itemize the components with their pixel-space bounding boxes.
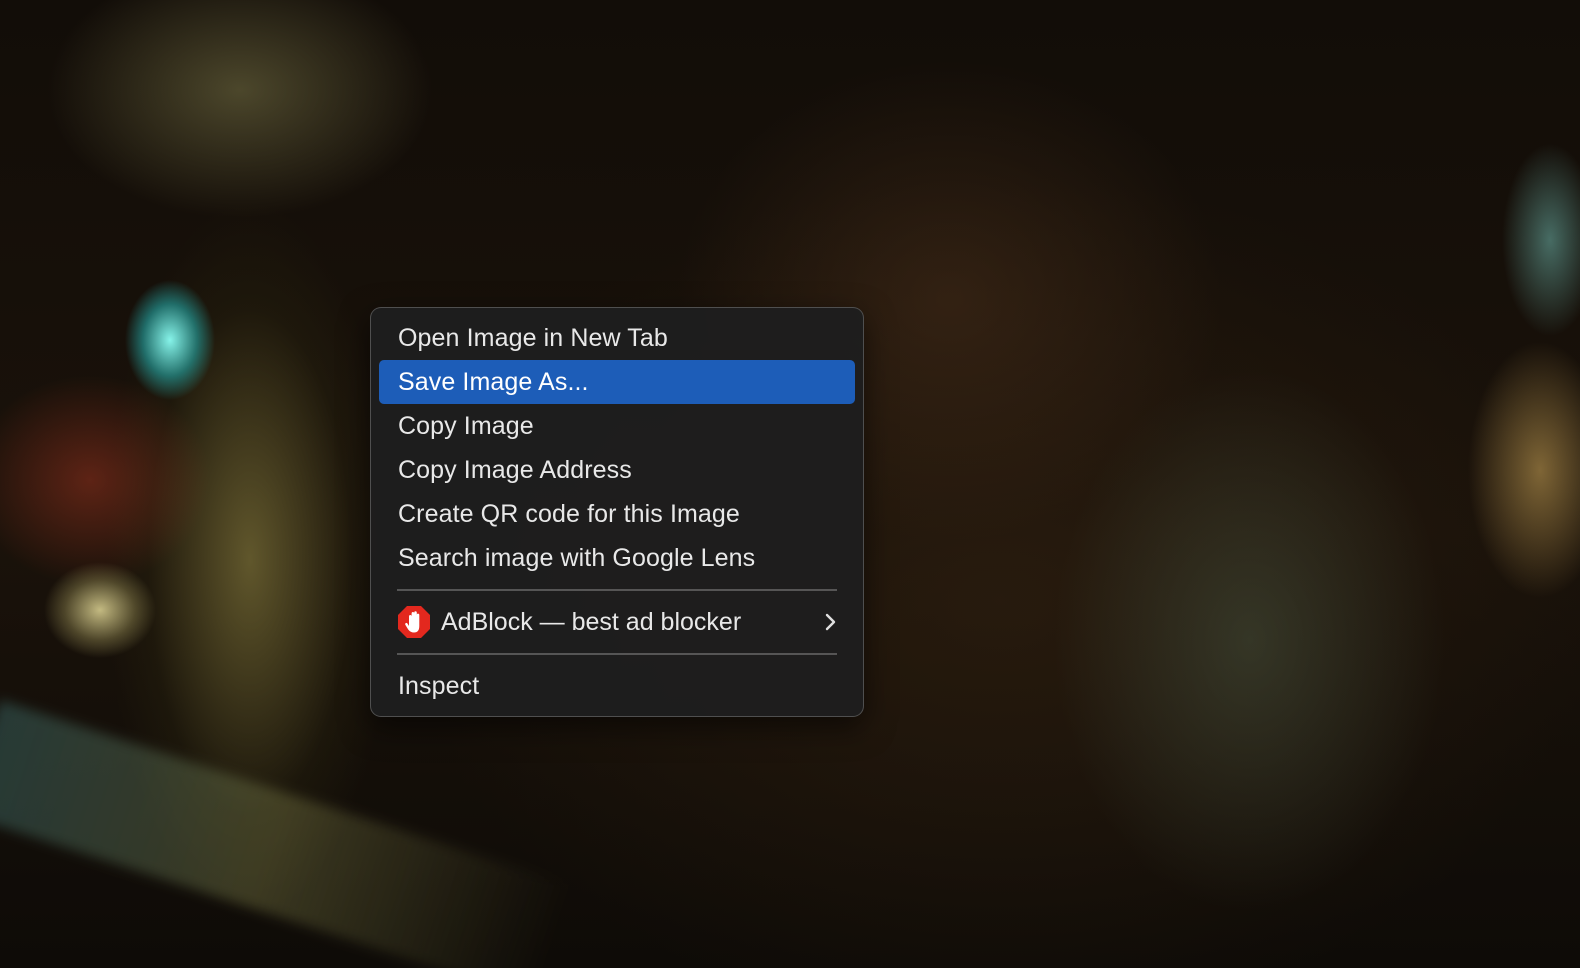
menu-item-inspect[interactable]: Inspect: [379, 664, 855, 708]
context-menu: Open Image in New Tab Save Image As... C…: [370, 307, 864, 717]
screen: Open Image in New Tab Save Image As... C…: [0, 0, 1580, 968]
menu-item-create-qr-code[interactable]: Create QR code for this Image: [379, 492, 855, 536]
menu-item-save-image-as[interactable]: Save Image As...: [379, 360, 855, 404]
menu-separator: [397, 589, 837, 591]
menu-item-copy-image-address[interactable]: Copy Image Address: [379, 448, 855, 492]
menu-item-adblock[interactable]: AdBlock — best ad blocker: [379, 600, 855, 644]
menu-item-open-image-new-tab[interactable]: Open Image in New Tab: [379, 316, 855, 360]
menu-item-search-google-lens[interactable]: Search image with Google Lens: [379, 536, 855, 580]
menu-separator: [397, 653, 837, 655]
menu-item-copy-image[interactable]: Copy Image: [379, 404, 855, 448]
menu-item-adblock-label: AdBlock — best ad blocker: [441, 607, 742, 636]
adblock-hand-icon: [398, 606, 430, 638]
chevron-right-icon: [825, 613, 836, 631]
